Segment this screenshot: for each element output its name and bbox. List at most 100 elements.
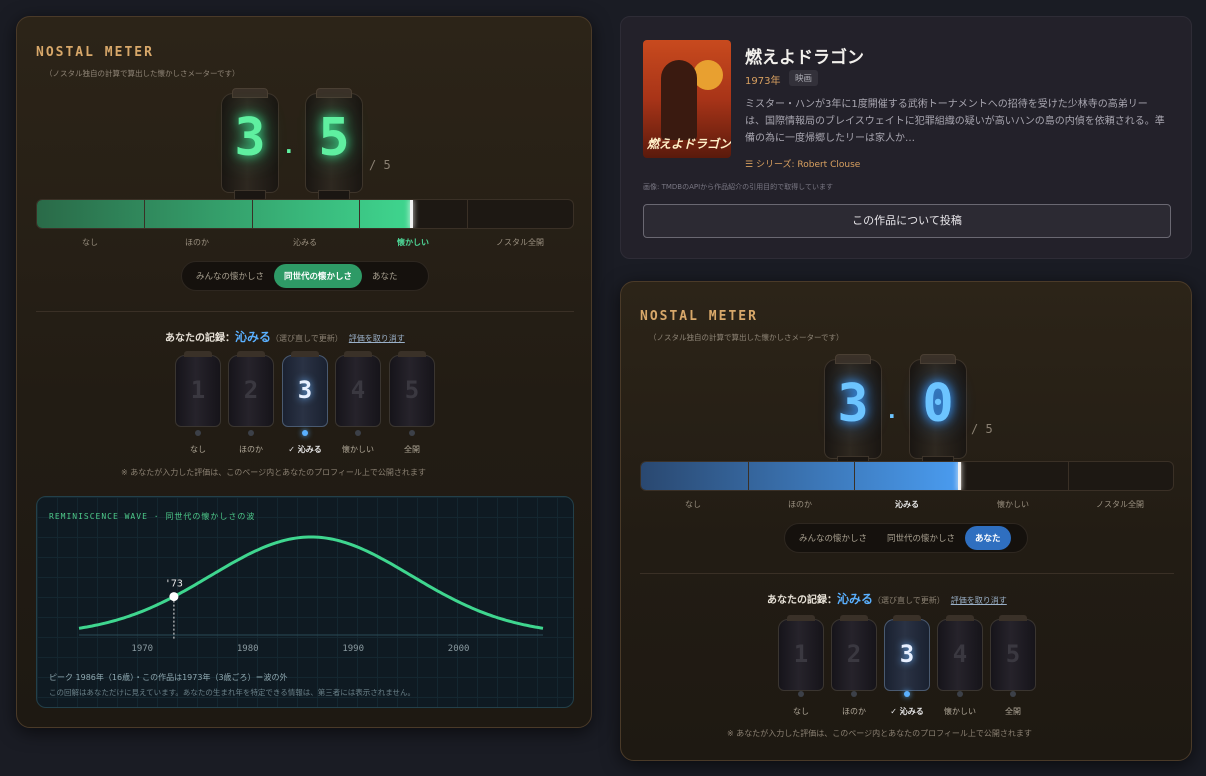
wave-tick-label: 1970 — [131, 644, 153, 654]
meter-title: NOSTAL METER — [640, 309, 758, 324]
rating-pip-1 — [195, 430, 201, 436]
film-poster[interactable]: 燃えよドラゴン — [643, 40, 731, 158]
wave-tick-label: 2000 — [448, 644, 470, 654]
bar-label-touching: 沁みる — [895, 500, 919, 509]
my-record: あなたの記録：沁みる（選び直しで更新） 評価を取り消す — [767, 590, 1007, 607]
rating-label-1: なし — [793, 707, 809, 716]
audience-toggle: みんなの懐かしさ 同世代の懐かしさ あなた — [784, 523, 1028, 553]
decimal-dot: · — [888, 404, 896, 428]
rating-pip-1 — [798, 691, 804, 697]
rating-jar-1[interactable]: 1 — [175, 351, 221, 427]
film-info-card: 燃えよドラゴン 燃えよドラゴン 1973年 映画 ミスター・ハンが3年に1度開催… — [620, 16, 1192, 259]
toggle-everyone[interactable]: みんなの懐かしさ — [789, 526, 877, 550]
bar-label-nostalgic: 懐かしい — [997, 500, 1029, 509]
film-type-badge: 映画 — [789, 70, 819, 86]
wave-marker-dot — [169, 592, 179, 602]
wave-curve — [78, 535, 544, 630]
rating-label-3: ✓ 沁みる — [288, 445, 322, 454]
rating-jar-5[interactable]: 5 — [389, 351, 435, 427]
rating-jar-4[interactable]: 4 — [937, 615, 983, 691]
public-note: ※ あなたが入力した評価は、このページ内とあなたのプロフィール上で公開されます — [121, 468, 426, 477]
undo-rating-link[interactable]: 評価を取り消す — [349, 334, 405, 343]
score-out-of: / 5 — [971, 422, 993, 436]
rating-label-1: なし — [190, 445, 206, 454]
wave-peak-note: ピーク 1986年（16歳）・この作品は1973年（3歳ごろ）＝波の外 — [49, 673, 288, 682]
wave-tick-label: 1980 — [237, 644, 259, 654]
nostalgia-bar-fill — [641, 462, 961, 490]
film-title: 燃えよドラゴン — [745, 48, 864, 68]
rating-label-3: ✓ 沁みる — [890, 707, 924, 716]
film-series[interactable]: ☰ シリーズ: Robert Clouse — [745, 157, 860, 170]
rating-label-4: 懐かしい — [944, 707, 976, 716]
wave-tick-label: 1990 — [342, 644, 364, 654]
record-value: 沁みる — [235, 330, 272, 344]
rating-label-5: 全開 — [404, 445, 420, 454]
public-note: ※ あなたが入力した評価は、このページ内とあなたのプロフィール上で公開されます — [727, 729, 1032, 738]
reminiscence-wave-chart: REMINISCENCE WAVE · 同世代の懐かしさの波 1970 1980 1… — [36, 496, 574, 708]
rating-pip-3 — [904, 691, 910, 697]
decimal-dot: · — [285, 139, 293, 163]
rating-label-2: ほのか — [842, 707, 866, 716]
audience-toggle: みんなの懐かしさ 同世代の懐かしさ あなた — [181, 261, 429, 291]
toggle-everyone[interactable]: みんなの懐かしさ — [186, 264, 274, 288]
rating-pip-5 — [409, 430, 415, 436]
record-label: あなたの記録： — [165, 333, 235, 344]
bar-label-faint: ほのか — [788, 500, 812, 509]
divider — [36, 311, 574, 312]
rating-jar-3[interactable]: 3 — [884, 615, 930, 691]
film-year: 1973年 — [745, 76, 781, 87]
meter-subtitle: （ノスタル独自の計算で算出した懐かしさメーターです） — [649, 333, 844, 342]
poster-title-art: 燃えよドラゴン — [647, 137, 731, 151]
rating-pip-3 — [302, 430, 308, 436]
nixie-tube-integer: 3 — [221, 88, 279, 202]
record-label: あなたの記録： — [767, 595, 837, 606]
rating-label-2: ほのか — [239, 445, 263, 454]
film-series-text: シリーズ: Robert Clouse — [755, 160, 861, 170]
rating-jar-3[interactable]: 3 — [282, 351, 328, 427]
divider — [640, 573, 1174, 574]
rating-pip-4 — [355, 430, 361, 436]
toggle-you[interactable]: あなた — [965, 526, 1011, 550]
film-description: ミスター・ハンが3年に1度開催する武術トーナメントへの招待を受けた少林寺の高弟リ… — [745, 99, 1165, 144]
wave-privacy-note: この回解はあなただけに見えています。あなたの生まれ年を特定できる情報は、第三者に… — [49, 688, 415, 697]
nostalgia-bar-fill — [37, 200, 413, 228]
image-credit: 画像: TMDBのAPIから作品紹介の引用目的で取得しています — [643, 183, 833, 191]
nostal-meter-panel-generation: NOSTAL METER （ノスタル独自の計算で算出した懐かしさメーターです） … — [16, 16, 592, 728]
nostalgia-bar — [640, 461, 1174, 491]
rating-pip-4 — [957, 691, 963, 697]
undo-rating-link[interactable]: 評価を取り消す — [951, 596, 1007, 605]
rating-jar-1[interactable]: 1 — [778, 615, 824, 691]
bar-label-touching: 沁みる — [293, 238, 317, 247]
rating-pip-2 — [248, 430, 254, 436]
rating-label-5: 全開 — [1005, 707, 1021, 716]
bar-label-none: なし — [82, 238, 98, 247]
list-icon: ☰ — [745, 160, 756, 170]
rating-jar-4[interactable]: 4 — [335, 351, 381, 427]
record-hint: （選び直しで更新） — [271, 334, 343, 343]
bar-label-full: ノスタル全開 — [1096, 500, 1144, 509]
rating-label-4: 懐かしい — [342, 445, 374, 454]
rating-jar-2[interactable]: 2 — [831, 615, 877, 691]
rating-pip-2 — [851, 691, 857, 697]
bar-label-none: なし — [685, 500, 701, 509]
toggle-you[interactable]: あなた — [362, 264, 408, 288]
record-hint: （選び直しで更新） — [873, 596, 945, 605]
rating-pip-5 — [1010, 691, 1016, 697]
bar-label-full: ノスタル全開 — [496, 238, 544, 247]
nostal-meter-panel-personal: NOSTAL METER （ノスタル独自の計算で算出した懐かしさメーターです） … — [620, 281, 1192, 761]
nixie-tube-decimal: 0 — [909, 354, 967, 468]
toggle-same-generation[interactable]: 同世代の懐かしさ — [877, 526, 965, 550]
record-value: 沁みる — [837, 592, 874, 606]
rating-jar-5[interactable]: 5 — [990, 615, 1036, 691]
meter-title: NOSTAL METER — [36, 45, 154, 60]
meter-subtitle: （ノスタル独自の計算で算出した懐かしさメーターです） — [45, 69, 240, 78]
nixie-tube-decimal: 5 — [305, 88, 363, 202]
rating-jar-2[interactable]: 2 — [228, 351, 274, 427]
bar-label-faint: ほのか — [185, 238, 209, 247]
nostalgia-bar-needle — [958, 462, 962, 490]
nostalgia-bar-needle — [410, 200, 414, 228]
bar-label-nostalgic: 懐かしい — [397, 238, 429, 247]
post-about-film-button[interactable]: この作品について投稿 — [643, 204, 1171, 238]
toggle-same-generation[interactable]: 同世代の懐かしさ — [274, 264, 363, 288]
nixie-tube-integer: 3 — [824, 354, 882, 468]
